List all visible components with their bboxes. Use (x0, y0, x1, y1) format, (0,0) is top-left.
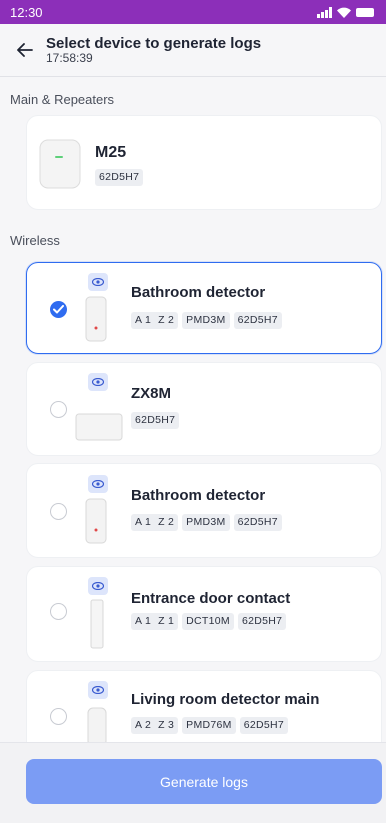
area-zone-chip: A 1 Z 2 (131, 514, 179, 531)
device-name: Bathroom detector (131, 487, 266, 504)
device-card[interactable]: Bathroom detector A 1 Z 2 PMD3M 62D5H7 (26, 463, 382, 558)
id-chip: 62D5H7 (239, 717, 289, 734)
area-zone-chip: A 1 Z 2 (131, 312, 179, 329)
section-label-wireless: Wireless (10, 233, 60, 248)
status-bar: 12:30 (0, 0, 386, 24)
section-label-main: Main & Repeaters (10, 92, 115, 107)
arrow-left-icon (17, 43, 33, 57)
device-name: Entrance door contact (131, 590, 291, 607)
id-chip: 62D5H7 (237, 613, 287, 630)
device-name: Bathroom detector (131, 284, 266, 301)
back-button[interactable] (10, 35, 40, 65)
area-label: A 1 (135, 615, 152, 627)
motion-detector-icon (87, 707, 107, 747)
area-zone-chip: A 1 Z 1 (131, 613, 179, 630)
eye-icon[interactable] (88, 273, 108, 291)
hub-name: M25 (95, 144, 127, 161)
device-chips: A 1 Z 1 DCT10M 62D5H7 (131, 613, 287, 630)
device-chips: A 2 Z 3 PMD76M 62D5H7 (131, 717, 289, 734)
door-contact-icon (90, 599, 104, 649)
model-chip: PMD3M (182, 312, 230, 329)
check-icon (53, 305, 64, 314)
hub-chips: 62D5H7 (95, 169, 144, 186)
radio-checked[interactable] (50, 301, 67, 318)
area-zone-chip: A 2 Z 3 (131, 717, 179, 734)
title-block: Select device to generate logs 17:58:39 (46, 34, 262, 65)
id-chip: 62D5H7 (233, 312, 282, 329)
wifi-icon (337, 7, 351, 18)
page-title: Select device to generate logs (46, 34, 262, 52)
app-bar: Select device to generate logs 17:58:39 (0, 24, 386, 76)
device-name: Living room detector main (131, 691, 320, 708)
eye-icon[interactable] (88, 681, 108, 699)
motion-detector-icon (85, 296, 107, 342)
id-chip: 62D5H7 (233, 514, 282, 531)
signal-icon (317, 6, 332, 18)
hub-device-icon (39, 139, 81, 189)
area-label: A 2 (135, 719, 152, 731)
model-chip: PMD76M (182, 717, 236, 734)
zone-label: Z 1 (158, 615, 175, 627)
device-card[interactable]: ZX8M 62D5H7 (26, 362, 382, 456)
eye-icon[interactable] (88, 373, 108, 391)
motion-detector-icon (85, 498, 107, 544)
radio-unchecked[interactable] (50, 503, 67, 520)
zone-label: Z 2 (158, 314, 175, 326)
device-chips: A 1 Z 2 PMD3M 62D5H7 (131, 312, 282, 329)
eye-icon[interactable] (88, 475, 108, 493)
hub-card[interactable]: M25 62D5H7 (26, 115, 382, 210)
hub-id-chip: 62D5H7 (95, 169, 144, 186)
area-label: A 1 (135, 516, 152, 528)
device-card[interactable]: Entrance door contact A 1 Z 1 DCT10M 62D5… (26, 566, 382, 662)
radio-unchecked[interactable] (50, 708, 67, 725)
area-label: A 1 (135, 314, 152, 326)
eye-icon[interactable] (88, 577, 108, 595)
zone-label: Z 2 (158, 516, 175, 528)
generate-logs-button[interactable]: Generate logs (26, 759, 382, 804)
radio-unchecked[interactable] (50, 603, 67, 620)
device-card[interactable]: Bathroom detector A 1 Z 2 PMD3M 62D5H7 (26, 262, 382, 354)
device-chips: 62D5H7 (131, 412, 180, 429)
model-chip: DCT10M (182, 613, 234, 630)
status-icons (317, 6, 374, 18)
device-name: ZX8M (131, 385, 172, 402)
id-chip: 62D5H7 (131, 412, 180, 429)
page-subtitle: 17:58:39 (46, 50, 93, 65)
status-time: 12:30 (10, 4, 43, 20)
zone-label: Z 3 (158, 719, 175, 731)
keypad-device-icon (75, 413, 123, 441)
radio-unchecked[interactable] (50, 401, 67, 418)
header-divider (0, 76, 386, 77)
model-chip: PMD3M (182, 514, 230, 531)
battery-icon (356, 7, 374, 17)
device-chips: A 1 Z 2 PMD3M 62D5H7 (131, 514, 282, 531)
